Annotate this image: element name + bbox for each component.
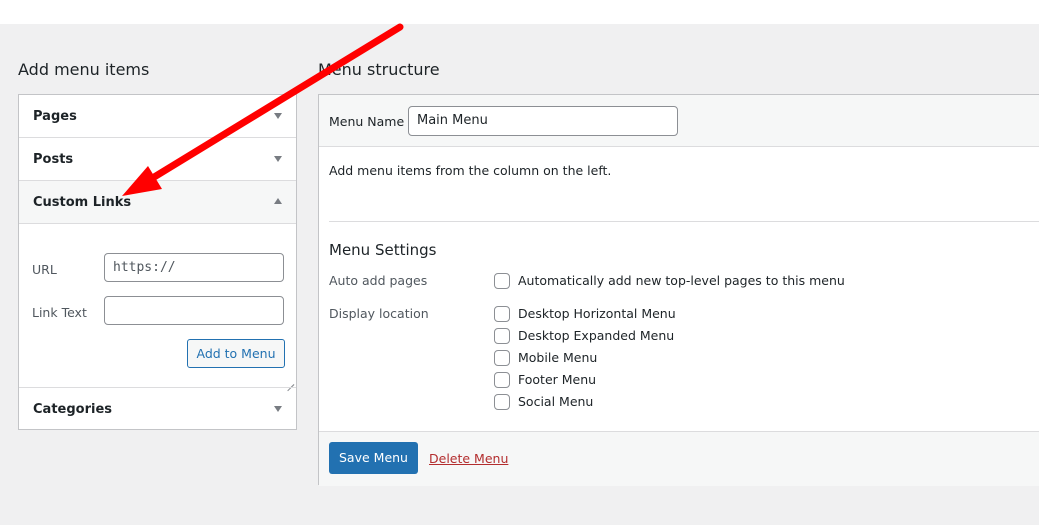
menu-footer-bar: Save Menu Delete Menu — [319, 431, 1039, 486]
url-label: URL — [32, 262, 57, 277]
accordion-item-label: Posts — [33, 152, 74, 167]
menu-structure-title: Menu structure — [318, 60, 440, 79]
menu-structure-panel: Menu Name Main Menu Add menu items from … — [318, 94, 1039, 486]
accordion-item-label: Custom Links — [33, 195, 132, 210]
menu-name-input[interactable]: Main Menu — [408, 106, 678, 136]
link-text-input[interactable] — [104, 296, 284, 325]
location-label: Desktop Expanded Menu — [518, 328, 675, 343]
triangle-up-icon[interactable] — [274, 198, 282, 204]
helper-text: Add menu items from the column on the le… — [329, 163, 612, 178]
menu-name-label: Menu Name — [329, 114, 405, 129]
resize-handle-icon[interactable] — [286, 377, 294, 385]
auto-add-checkbox[interactable] — [494, 273, 510, 289]
location-label: Desktop Horizontal Menu — [518, 306, 676, 321]
accordion-item-label: Pages — [33, 109, 77, 124]
auto-add-option-label: Automatically add new top-level pages to… — [518, 273, 845, 288]
menu-name-bar: Menu Name Main Menu — [319, 95, 1039, 147]
accordion-item-categories[interactable]: Categories — [19, 387, 296, 430]
add-to-menu-button[interactable]: Add to Menu — [187, 339, 285, 368]
divider — [329, 221, 1039, 222]
accordion-item-pages[interactable]: Pages — [19, 95, 296, 138]
location-checkbox[interactable] — [494, 372, 510, 388]
save-menu-button[interactable]: Save Menu — [329, 442, 418, 474]
add-menu-items-title: Add menu items — [18, 60, 150, 79]
url-input[interactable]: https:// — [104, 253, 284, 282]
triangle-down-icon[interactable] — [274, 406, 282, 412]
location-checkbox[interactable] — [494, 306, 510, 322]
location-checkbox[interactable] — [494, 350, 510, 366]
triangle-down-icon[interactable] — [274, 113, 282, 119]
link-text-label: Link Text — [32, 305, 87, 320]
top-bar — [0, 0, 1039, 24]
auto-add-pages-label: Auto add pages — [329, 273, 428, 288]
triangle-down-icon[interactable] — [274, 156, 282, 162]
display-location-label: Display location — [329, 306, 429, 321]
delete-menu-link[interactable]: Delete Menu — [429, 451, 508, 466]
accordion-item-label: Categories — [33, 402, 113, 417]
location-checkbox[interactable] — [494, 328, 510, 344]
accordion-item-posts[interactable]: Posts — [19, 138, 296, 181]
accordion-item-custom-links[interactable]: Custom Links — [19, 181, 296, 224]
menu-settings-title: Menu Settings — [329, 241, 437, 259]
location-checkbox[interactable] — [494, 394, 510, 410]
location-label: Mobile Menu — [518, 350, 598, 365]
location-label: Footer Menu — [518, 372, 597, 387]
location-label: Social Menu — [518, 394, 594, 409]
add-menu-items-accordion: Pages Posts Custom Links URL https:// Li… — [18, 94, 297, 430]
